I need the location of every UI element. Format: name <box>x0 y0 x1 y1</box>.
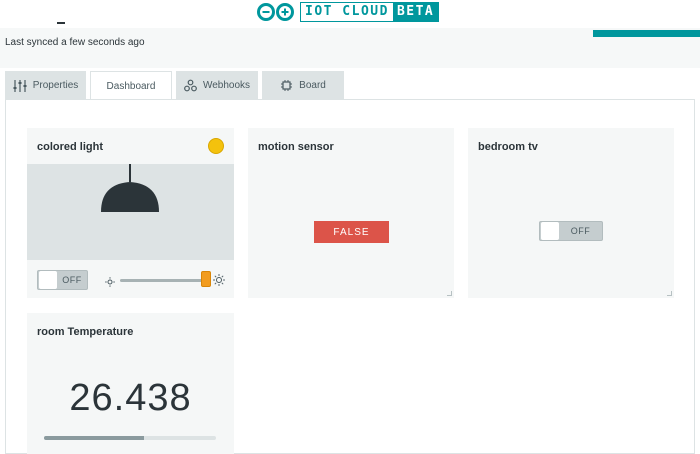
temperature-bar <box>44 436 216 440</box>
sun-large-icon <box>213 273 225 291</box>
temperature-value: 26.438 <box>69 377 192 419</box>
temperature-bar-fill <box>44 436 144 440</box>
tab-properties-label: Properties <box>32 80 79 91</box>
sun-small-icon <box>105 274 115 292</box>
widget-motion-sensor: motion sensor FALSE <box>248 128 454 298</box>
switch-label: OFF <box>570 226 591 236</box>
lamp-icon <box>101 164 159 212</box>
widget-bedroom-tv: bedroom tv OFF <box>468 128 674 298</box>
tab-properties[interactable]: Properties <box>5 71 86 100</box>
status-indicator: FALSE <box>314 221 389 243</box>
resize-handle[interactable] <box>667 291 672 296</box>
widget-room-temperature: room Temperature 26.438 <box>27 313 234 454</box>
lamp-preview <box>27 164 234 260</box>
tab-dashboard[interactable]: Dashboard <box>90 71 172 101</box>
sync-status: Last synced a few seconds ago <box>5 37 145 48</box>
tab-webhooks[interactable]: Webhooks <box>176 71 258 100</box>
widget-title: motion sensor <box>258 141 334 153</box>
resize-handle[interactable] <box>447 291 452 296</box>
widget-title: bedroom tv <box>478 141 538 153</box>
widget-colored-light: colored light OFF <box>27 128 234 298</box>
color-picker-swatch[interactable] <box>208 138 224 154</box>
app-logo[interactable]: IOT CLOUD BETA <box>256 1 440 23</box>
tab-board[interactable]: Board <box>262 71 344 100</box>
brightness-slider[interactable] <box>105 270 225 290</box>
beta-badge: BETA <box>392 3 439 21</box>
logo-wordmark: IOT CLOUD BETA <box>300 2 440 22</box>
light-switch[interactable]: OFF <box>37 270 88 290</box>
menu-mark <box>57 22 65 24</box>
sliders-icon <box>13 79 27 93</box>
widget-title: room Temperature <box>37 326 134 338</box>
webhook-icon <box>184 79 197 92</box>
tab-bar: Properties Dashboard Webhooks Board <box>5 71 348 101</box>
widget-title: colored light <box>37 141 103 153</box>
switch-knob <box>39 271 57 289</box>
infinity-logo-icon <box>256 2 296 22</box>
switch-label: OFF <box>62 275 82 285</box>
accent-bar <box>593 30 700 37</box>
switch-knob <box>541 222 559 240</box>
chip-icon <box>280 79 293 92</box>
tab-dashboard-label: Dashboard <box>106 81 156 92</box>
tab-webhooks-label: Webhooks <box>202 80 251 91</box>
slider-thumb[interactable] <box>201 271 211 287</box>
logo-text: IOT CLOUD <box>301 3 393 21</box>
tab-board-label: Board <box>299 80 326 91</box>
tv-switch[interactable]: OFF <box>539 221 603 241</box>
slider-track[interactable] <box>120 279 207 282</box>
